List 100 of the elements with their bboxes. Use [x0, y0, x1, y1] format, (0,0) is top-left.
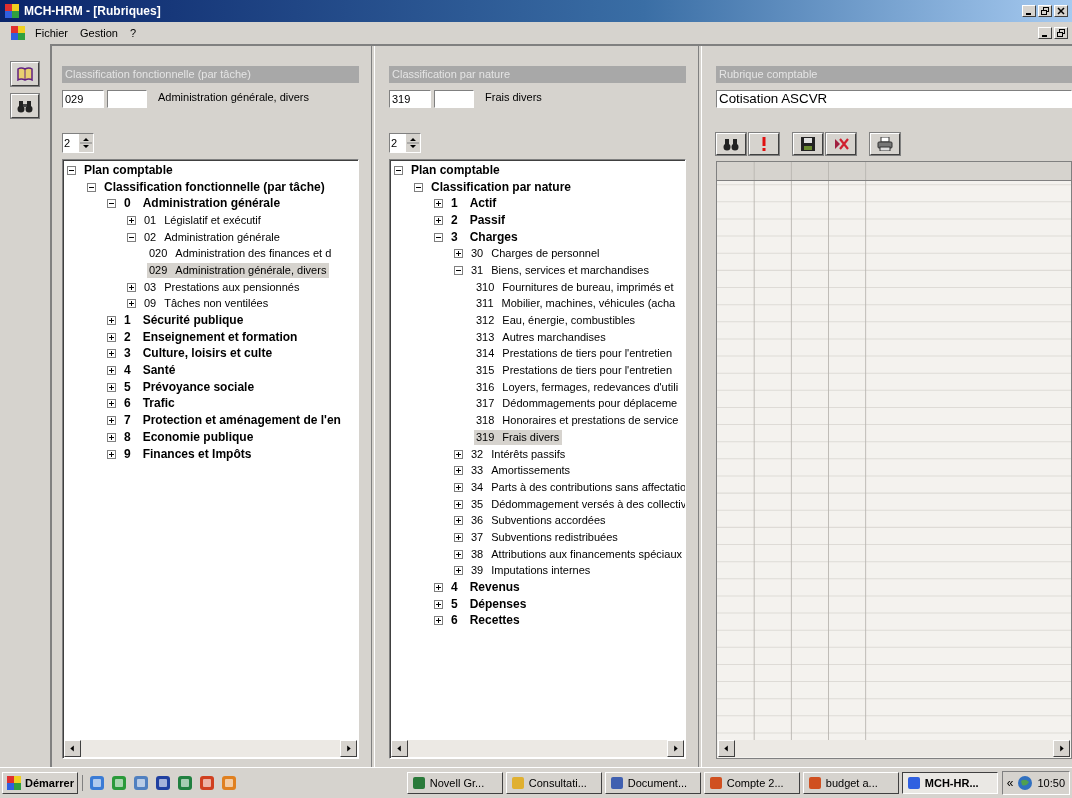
taskbar-button[interactable]: Novell Gr... — [406, 772, 503, 794]
search-button[interactable] — [716, 133, 746, 155]
expand-icon[interactable] — [454, 532, 463, 542]
expand-icon[interactable] — [454, 449, 463, 459]
tree-item[interactable]: 7 Protection et aménagement de l'en — [122, 413, 344, 429]
scroll-right-icon[interactable] — [667, 740, 684, 757]
expand-icon[interactable] — [127, 299, 136, 309]
menu-item[interactable]: Fichier — [32, 27, 71, 39]
taskbar-button[interactable]: Compte 2... — [703, 772, 800, 794]
expand-icon[interactable] — [107, 349, 116, 359]
tree-item[interactable]: 32 Intérêts passifs — [469, 446, 569, 462]
tree-item[interactable]: 02 Administration générale — [142, 229, 283, 245]
start-button[interactable]: Démarrer — [2, 772, 78, 794]
sub-code-field[interactable] — [434, 90, 474, 108]
tree-item[interactable]: 31 Biens, services et marchandises — [469, 262, 652, 278]
tree-item[interactable]: 1 Sécurité publique — [122, 313, 247, 329]
code-field[interactable]: 029 — [62, 90, 104, 108]
exclamation-button[interactable] — [749, 133, 779, 155]
expand-icon[interactable] — [454, 566, 463, 576]
show-hidden-icons-button[interactable]: « — [1006, 776, 1014, 790]
tree-item[interactable]: 4 Santé — [122, 363, 179, 379]
code-field[interactable]: 319 — [389, 90, 431, 108]
tree-item[interactable]: 4 Revenus — [449, 580, 523, 596]
expand-icon[interactable] — [127, 215, 136, 225]
tree-item[interactable]: 37 Subventions redistribuées — [469, 529, 621, 545]
tree-item[interactable]: 313 Autres marchandises — [474, 329, 609, 345]
tree-item[interactable]: 38 Attributions aux financements spéciaux — [469, 546, 685, 562]
taskbar-button[interactable]: MCH-HR... — [901, 772, 998, 794]
expand-icon[interactable] — [107, 332, 116, 342]
account-name-field[interactable]: Cotisation ASCVR — [716, 90, 1072, 108]
scroll-left-icon[interactable] — [391, 740, 408, 757]
binoculars-button[interactable] — [11, 94, 39, 118]
collapse-icon[interactable] — [394, 165, 403, 175]
collapse-icon[interactable] — [434, 232, 443, 242]
expand-icon[interactable] — [107, 416, 116, 426]
taskbar-button[interactable]: Document... — [604, 772, 701, 794]
expand-icon[interactable] — [107, 449, 116, 459]
expand-icon[interactable] — [107, 366, 116, 376]
expand-icon[interactable] — [454, 466, 463, 476]
tree-item[interactable]: 6 Trafic — [122, 396, 178, 412]
collapse-icon[interactable] — [107, 199, 116, 209]
horizontal-scrollbar[interactable] — [64, 740, 357, 757]
menu-item[interactable]: ? — [126, 27, 140, 39]
scroll-right-icon[interactable] — [340, 740, 357, 757]
minimize-icon[interactable] — [1038, 27, 1052, 39]
tree-item[interactable]: 30 Charges de personnel — [469, 246, 603, 262]
expand-icon[interactable] — [434, 583, 443, 593]
tree-item[interactable]: 01 Législatif et exécutif — [142, 212, 264, 228]
expand-icon[interactable] — [107, 316, 116, 326]
expand-icon[interactable] — [434, 599, 443, 609]
quick-launch-icon[interactable] — [132, 775, 149, 791]
tree-item[interactable]: 34 Parts à des contributions sans affectatio — [469, 479, 685, 495]
scroll-left-icon[interactable] — [64, 740, 81, 757]
restore-icon[interactable] — [1054, 27, 1068, 39]
expand-icon[interactable] — [454, 549, 463, 559]
tree-item[interactable]: 318 Honoraires et prestations de service — [474, 413, 682, 429]
minimize-icon[interactable] — [1022, 5, 1036, 17]
save-button[interactable] — [793, 133, 823, 155]
level-spinner[interactable]: 2 — [389, 133, 421, 153]
quick-launch-icon[interactable] — [176, 775, 193, 791]
tree-item[interactable]: 020 Administration des finances et d — [147, 246, 335, 262]
close-icon[interactable] — [1054, 5, 1068, 17]
globe-icon[interactable] — [1017, 775, 1034, 791]
taskbar-button[interactable]: budget a... — [802, 772, 899, 794]
tree-item[interactable]: 8 Economie publique — [122, 429, 257, 445]
expand-icon[interactable] — [434, 616, 443, 626]
tree-item[interactable]: 3 Culture, loisirs et culte — [122, 346, 276, 362]
tree-item[interactable]: 312 Eau, énergie, combustibles — [474, 313, 639, 329]
tree-item[interactable]: 6 Recettes — [449, 613, 523, 629]
tree-item[interactable]: 319 Frais divers — [474, 429, 563, 445]
collapse-icon[interactable] — [67, 165, 76, 175]
tree-item[interactable]: 36 Subventions accordées — [469, 513, 609, 529]
tree-item[interactable]: 317 Dédommagements pour déplaceme — [474, 396, 681, 412]
tree-item[interactable]: 0 Administration générale — [122, 196, 284, 212]
collapse-icon[interactable] — [414, 182, 423, 192]
level-spinner[interactable]: 2 — [62, 133, 94, 153]
tree-item[interactable]: 2 Passif — [449, 212, 509, 228]
expand-icon[interactable] — [434, 199, 443, 209]
taskbar-button[interactable]: Consultati... — [505, 772, 602, 794]
tree-item[interactable]: 39 Imputations internes — [469, 563, 594, 579]
tree-item[interactable]: 3 Charges — [449, 229, 521, 245]
tree-item[interactable]: 5 Prévoyance sociale — [122, 379, 258, 395]
scroll-left-icon[interactable] — [718, 740, 735, 757]
tree-item[interactable]: 03 Prestations aux pensionnés — [142, 279, 303, 295]
tree-item[interactable]: 316 Loyers, fermages, redevances d'utili — [474, 379, 682, 395]
expand-icon[interactable] — [454, 482, 463, 492]
restore-icon[interactable] — [1038, 5, 1052, 17]
tree-item[interactable]: 315 Prestations de tiers pour l'entretien — [474, 363, 675, 379]
tree-item[interactable]: 310 Fournitures de bureau, imprimés et — [474, 279, 677, 295]
menu-item[interactable]: Gestion — [77, 27, 121, 39]
tree-item[interactable]: 029 Administration générale, divers — [147, 262, 330, 278]
sub-code-field[interactable] — [107, 90, 147, 108]
quick-launch-icon[interactable] — [198, 775, 215, 791]
tree-item[interactable]: 09 Tâches non ventilées — [142, 296, 272, 312]
expand-icon[interactable] — [454, 249, 463, 259]
tree-item[interactable]: 33 Amortissements — [469, 463, 574, 479]
tree-item[interactable]: 314 Prestations de tiers pour l'entretien — [474, 346, 675, 362]
tree-item[interactable]: 1 Actif — [449, 196, 500, 212]
quick-launch-icon[interactable] — [88, 775, 105, 791]
quick-launch-icon[interactable] — [154, 775, 171, 791]
